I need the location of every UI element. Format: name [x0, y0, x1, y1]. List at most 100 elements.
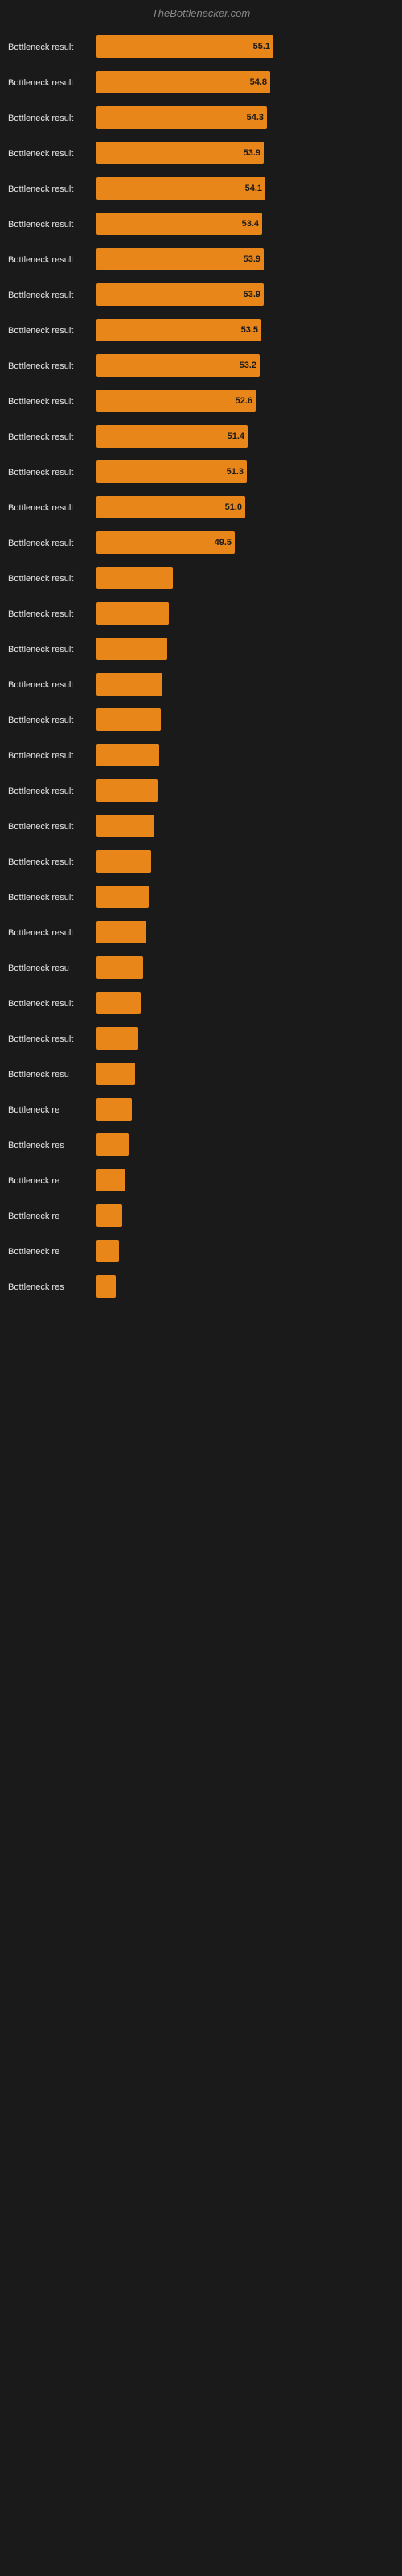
bar-fill: 52.6 [96, 390, 256, 412]
bar-fill [96, 850, 151, 873]
bar-group: Bottleneck result 53.2 [8, 351, 386, 380]
bar-fill [96, 992, 141, 1014]
table-row: Bottleneck result 53.9 [8, 280, 386, 309]
bar-label: Bottleneck result [8, 928, 73, 938]
bar-label: Bottleneck result [8, 326, 73, 336]
table-row: Bottleneck result 54.8 [8, 68, 386, 97]
table-row: Bottleneck result [8, 741, 386, 770]
bar-label: Bottleneck re [8, 1247, 59, 1257]
table-row: Bottleneck re [8, 1095, 386, 1124]
table-row: Bottleneck result 53.9 [8, 245, 386, 274]
bar-value: 51.3 [227, 467, 244, 477]
bar-fill [96, 708, 161, 731]
table-row: Bottleneck result54.3 [8, 103, 386, 132]
bar-label: Bottleneck re [8, 1176, 59, 1186]
chart-container: Bottleneck result55.1Bottleneck result54… [0, 24, 402, 1315]
bar-group: Bottleneck result [8, 705, 386, 734]
bar-fill: 55.1 [96, 35, 273, 58]
table-row: Bottleneck result 51.0 [8, 493, 386, 522]
table-row: Bottleneck result 54.1 [8, 174, 386, 203]
bar-fill: 54.1 [96, 177, 265, 200]
bar-group: Bottleneck res [8, 1272, 386, 1301]
bar-fill [96, 602, 169, 625]
bar-label: Bottleneck result [8, 78, 73, 88]
table-row: Bottleneck result [8, 882, 386, 911]
bar-group: Bottleneck result54.3 [8, 103, 386, 132]
bar-group: Bottleneck result [8, 741, 386, 770]
table-row: Bottleneck resu [8, 1059, 386, 1088]
bar-group: Bottleneck result [8, 634, 386, 663]
bar-fill [96, 886, 149, 908]
bar-fill [96, 1240, 119, 1262]
bar-fill: 53.9 [96, 283, 264, 306]
bar-value: 53.9 [244, 290, 260, 299]
bar-group: Bottleneck re [8, 1236, 386, 1265]
bar-fill [96, 956, 143, 979]
bar-group: Bottleneck result51.3 [8, 457, 386, 486]
bar-fill: 51.3 [96, 460, 247, 483]
bar-fill [96, 673, 162, 696]
bar-group: Bottleneck result [8, 882, 386, 911]
bar-group: Bottleneck result [8, 670, 386, 699]
bar-label: Bottleneck result [8, 857, 73, 867]
bar-label: Bottleneck result [8, 184, 73, 194]
bar-fill: 53.9 [96, 142, 264, 164]
table-row: Bottleneck result55.1 [8, 32, 386, 61]
bar-group: Bottleneck res [8, 1130, 386, 1159]
bar-fill [96, 1275, 116, 1298]
bar-group: Bottleneck resu [8, 953, 386, 982]
table-row: Bottleneck result49.5 [8, 528, 386, 557]
bar-value: 54.3 [247, 113, 264, 122]
bar-group: Bottleneck re [8, 1095, 386, 1124]
bar-group: Bottleneck result [8, 989, 386, 1018]
bar-label: Bottleneck result [8, 291, 73, 300]
bar-value: 51.4 [228, 431, 244, 441]
bar-group: Bottleneck result 54.8 [8, 68, 386, 97]
bar-fill: 53.9 [96, 248, 264, 270]
table-row: Bottleneck result [8, 918, 386, 947]
table-row: Bottleneck result [8, 1024, 386, 1053]
bar-group: Bottleneck resu [8, 1059, 386, 1088]
bar-group: Bottleneck result52.6 [8, 386, 386, 415]
bar-fill: 53.2 [96, 354, 260, 377]
bar-fill: 54.3 [96, 106, 267, 129]
bar-label: Bottleneck result [8, 1034, 73, 1044]
bar-fill [96, 1133, 129, 1156]
bar-fill [96, 567, 173, 589]
bar-group: Bottleneck result [8, 918, 386, 947]
table-row: Bottleneck res [8, 1130, 386, 1159]
bar-label: Bottleneck result [8, 432, 73, 442]
bar-group: Bottleneck result49.5 [8, 528, 386, 557]
bar-group: Bottleneck result53.5 [8, 316, 386, 345]
bar-label: Bottleneck re [8, 1212, 59, 1221]
bar-label: Bottleneck result [8, 574, 73, 584]
bar-value: 52.6 [236, 396, 252, 406]
bar-group: Bottleneck result 53.9 [8, 280, 386, 309]
bar-label: Bottleneck result [8, 149, 73, 159]
bar-group: Bottleneck result [8, 776, 386, 805]
bar-group: Bottleneck result [8, 1024, 386, 1053]
bar-fill [96, 921, 146, 943]
bar-label: Bottleneck res [8, 1282, 64, 1292]
bar-label: Bottleneck result [8, 751, 73, 761]
bar-label: Bottleneck result [8, 255, 73, 265]
bar-group: Bottleneck result53.4 [8, 209, 386, 238]
bar-fill: 53.4 [96, 213, 262, 235]
bar-fill [96, 744, 159, 766]
bar-label: Bottleneck resu [8, 1070, 69, 1080]
bar-label: Bottleneck result [8, 503, 73, 513]
bar-group: Bottleneck result 51.4 [8, 422, 386, 451]
site-title: TheBottlenecker.com [152, 7, 250, 19]
bar-group: Bottleneck result 51.0 [8, 493, 386, 522]
bar-label: Bottleneck result [8, 716, 73, 725]
table-row: Bottleneck result 53.2 [8, 351, 386, 380]
bar-fill [96, 1204, 122, 1227]
bar-label: Bottleneck result [8, 361, 73, 371]
table-row: Bottleneck result52.6 [8, 386, 386, 415]
bar-label: Bottleneck result [8, 999, 73, 1009]
bar-fill: 51.0 [96, 496, 245, 518]
table-row: Bottleneck result51.3 [8, 457, 386, 486]
bar-fill: 54.8 [96, 71, 270, 93]
bar-label: Bottleneck result [8, 680, 73, 690]
bar-value: 55.1 [253, 42, 270, 52]
